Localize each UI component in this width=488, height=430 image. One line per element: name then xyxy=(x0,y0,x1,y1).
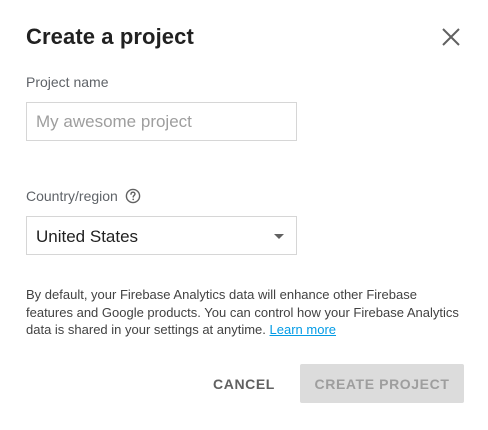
create-project-dialog: Create a project Project name Country/re… xyxy=(0,0,488,430)
close-icon xyxy=(442,28,460,46)
country-region-select[interactable]: United States xyxy=(26,216,297,255)
dropdown-caret-icon xyxy=(274,234,284,239)
help-circle-icon[interactable] xyxy=(125,188,141,204)
country-selected-value: United States xyxy=(36,227,139,246)
project-name-label: Project name xyxy=(26,74,109,90)
country-region-label: Country/region xyxy=(26,188,118,204)
create-project-button[interactable]: CREATE PROJECT xyxy=(300,364,464,403)
cancel-button[interactable]: CANCEL xyxy=(202,364,286,403)
dialog-title: Create a project xyxy=(26,24,194,49)
country-label-row: Country/region xyxy=(26,188,141,204)
analytics-info-text: By default, your Firebase Analytics data… xyxy=(26,286,466,339)
learn-more-link[interactable]: Learn more xyxy=(270,322,336,337)
analytics-info-body: By default, your Firebase Analytics data… xyxy=(26,287,459,337)
project-name-input[interactable] xyxy=(26,102,297,141)
close-button[interactable] xyxy=(436,22,466,52)
